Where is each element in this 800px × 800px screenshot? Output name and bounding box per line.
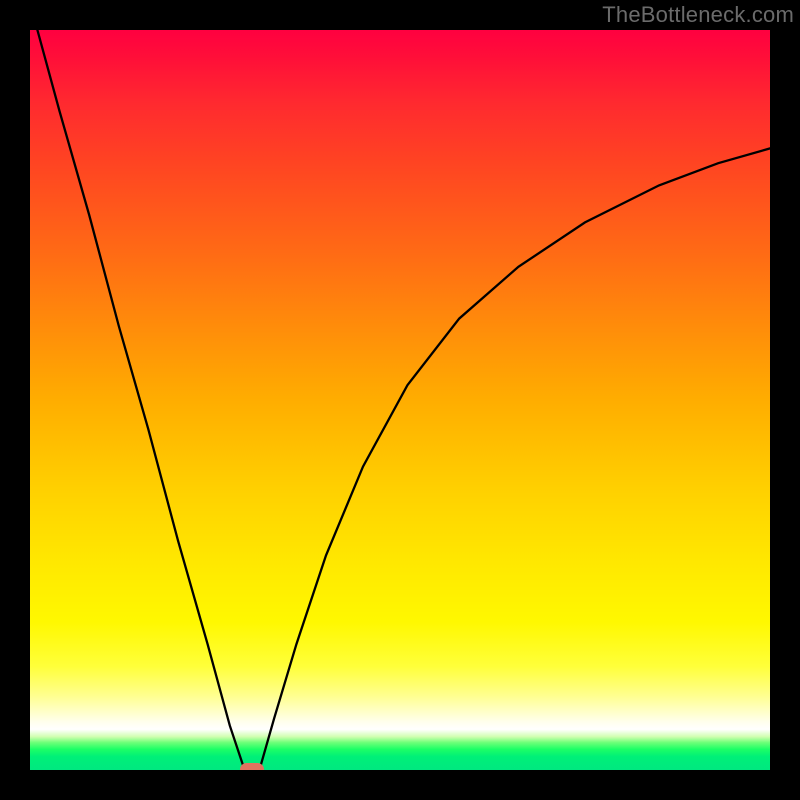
- right-branch-curve: [259, 148, 770, 770]
- watermark-text: TheBottleneck.com: [602, 2, 794, 28]
- curve-layer: [30, 30, 770, 770]
- chart-frame: TheBottleneck.com: [0, 0, 800, 800]
- left-branch-curve: [37, 30, 244, 770]
- bottleneck-marker: [240, 763, 264, 771]
- plot-area: [30, 30, 770, 770]
